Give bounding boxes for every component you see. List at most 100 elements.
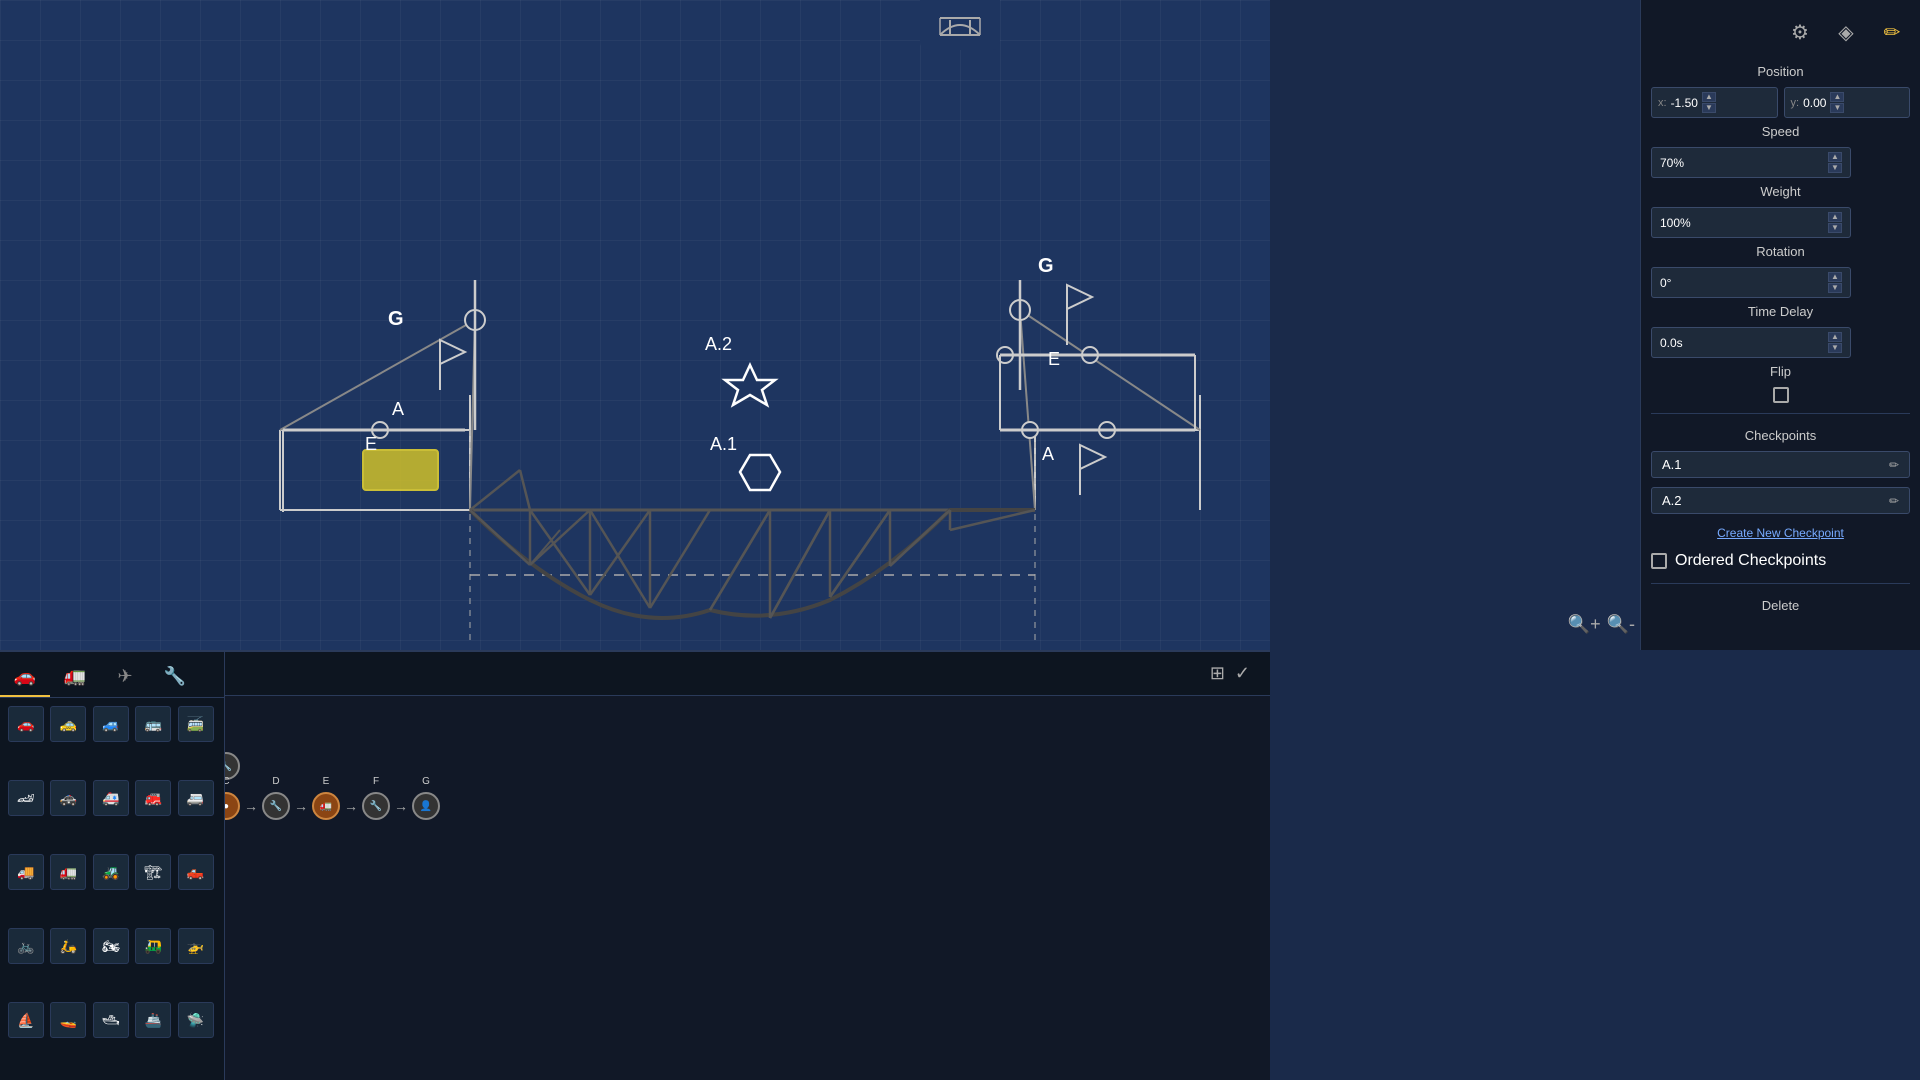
delete-button[interactable]: Delete bbox=[1651, 594, 1910, 617]
main-canvas[interactable]: G A E A.2 A.1 G E A bbox=[0, 0, 1270, 650]
rotation-spinner[interactable]: ▲ ▼ bbox=[1828, 272, 1842, 293]
vehicle-item[interactable]: 🚎 bbox=[178, 706, 214, 742]
right-panel: ⚙ ◈ ✏ Position x: -1.50 ▲ ▼ y: 0.00 ▲ ▼ … bbox=[1640, 0, 1920, 650]
vehicle-item[interactable]: 🛥 bbox=[93, 1002, 129, 1038]
y-input[interactable]: y: 0.00 ▲ ▼ bbox=[1784, 87, 1911, 118]
vehicle-item[interactable]: 🚕 bbox=[50, 706, 86, 742]
time-delay-label: Time Delay bbox=[1651, 304, 1910, 319]
time-delay-input[interactable]: 0.0s ▲ ▼ bbox=[1651, 327, 1851, 358]
weight-down[interactable]: ▼ bbox=[1828, 223, 1842, 233]
vehicle-item[interactable]: 🚐 bbox=[178, 780, 214, 816]
vehicle-item[interactable]: 🚛 bbox=[50, 854, 86, 890]
speed-input[interactable]: 70% ▲ ▼ bbox=[1651, 147, 1851, 178]
settings-icon[interactable]: ⚙ bbox=[1782, 14, 1818, 50]
vehicle-item[interactable]: 🚲 bbox=[8, 928, 44, 964]
svg-text:A: A bbox=[1042, 444, 1054, 464]
event-node-f[interactable]: 🔧 bbox=[362, 792, 390, 820]
zoom-out-button[interactable]: 🔍- bbox=[1607, 614, 1635, 635]
panel-header: ⚙ ◈ ✏ bbox=[1651, 10, 1910, 58]
vehicle-item[interactable]: 🚚 bbox=[8, 854, 44, 890]
flip-checkbox[interactable] bbox=[1773, 387, 1789, 403]
vehicle-item[interactable]: 🏎 bbox=[8, 780, 44, 816]
x-up[interactable]: ▲ bbox=[1702, 92, 1716, 102]
rotation-up[interactable]: ▲ bbox=[1828, 272, 1842, 282]
tab-car[interactable]: 🚗 bbox=[0, 657, 50, 697]
time-delay-value: 0.0s bbox=[1660, 336, 1683, 350]
flip-label: Flip bbox=[1651, 364, 1910, 379]
y-up[interactable]: ▲ bbox=[1830, 92, 1844, 102]
weight-spinner[interactable]: ▲ ▼ bbox=[1828, 212, 1842, 233]
vehicle-item[interactable]: 🏗 bbox=[135, 854, 171, 890]
vehicle-item[interactable]: 🛸 bbox=[178, 1002, 214, 1038]
vehicle-item[interactable]: 🚢 bbox=[135, 1002, 171, 1038]
x-input[interactable]: x: -1.50 ▲ ▼ bbox=[1651, 87, 1778, 118]
speed-down[interactable]: ▼ bbox=[1828, 163, 1842, 173]
shape-icon[interactable]: ◈ bbox=[1828, 14, 1864, 50]
zoom-in-button[interactable]: 🔍+ bbox=[1568, 614, 1601, 635]
tab-truck[interactable]: 🚛 bbox=[50, 657, 100, 697]
svg-text:G: G bbox=[388, 308, 404, 330]
rotation-label: Rotation bbox=[1651, 244, 1910, 259]
weight-input[interactable]: 100% ▲ ▼ bbox=[1651, 207, 1851, 238]
flip-row bbox=[1651, 387, 1910, 403]
event-node-e[interactable]: 🚛 bbox=[312, 792, 340, 820]
checkpoint-a2-label: A.2 bbox=[1662, 493, 1682, 508]
vehicle-item[interactable]: 🚙 bbox=[93, 706, 129, 742]
vehicle-item[interactable]: 🛵 bbox=[50, 928, 86, 964]
y-down[interactable]: ▼ bbox=[1830, 103, 1844, 113]
vehicle-item[interactable]: 🚓 bbox=[50, 780, 86, 816]
events-layout-icon[interactable]: ⊞ bbox=[1210, 663, 1225, 684]
vehicle-item[interactable]: 🛺 bbox=[135, 928, 171, 964]
events-check-icon[interactable]: ✓ bbox=[1235, 663, 1250, 684]
vehicle-item[interactable]: 🚤 bbox=[50, 1002, 86, 1038]
rotation-value: 0° bbox=[1660, 276, 1671, 290]
tab-tool[interactable]: 🔧 bbox=[150, 657, 200, 697]
vehicle-item[interactable]: 🚗 bbox=[8, 706, 44, 742]
vehicle-item[interactable]: 🚌 bbox=[135, 706, 171, 742]
y-label: y: bbox=[1791, 97, 1800, 109]
weight-value: 100% bbox=[1660, 216, 1691, 230]
checkpoint-a1-edit-icon[interactable]: ✏ bbox=[1889, 458, 1899, 472]
time-delay-up[interactable]: ▲ bbox=[1828, 332, 1842, 342]
ordered-checkpoints-checkbox[interactable] bbox=[1651, 553, 1667, 569]
rotation-input[interactable]: 0° ▲ ▼ bbox=[1651, 267, 1851, 298]
vehicle-item[interactable]: 🚑 bbox=[93, 780, 129, 816]
vehicle-item[interactable]: 🚜 bbox=[93, 854, 129, 890]
checkpoint-a1-label: A.1 bbox=[1662, 457, 1682, 472]
rotation-down[interactable]: ▼ bbox=[1828, 283, 1842, 293]
event-node-d[interactable]: 🔧 bbox=[262, 792, 290, 820]
weight-up[interactable]: ▲ bbox=[1828, 212, 1842, 222]
speed-up[interactable]: ▲ bbox=[1828, 152, 1842, 162]
top-bridge-icon bbox=[920, 0, 1000, 50]
vehicle-item[interactable]: 🛻 bbox=[178, 854, 214, 890]
event-node-g[interactable]: 👤 bbox=[412, 792, 440, 820]
vehicle-grid: 🚗 🚕 🚙 🚌 🚎 🏎 🚓 🚑 🚒 🚐 🚚 🚛 🚜 🏗 🛻 🚲 🛵 🏍 🛺 🚁 … bbox=[0, 698, 224, 1080]
edit-icon[interactable]: ✏ bbox=[1874, 14, 1910, 50]
vehicle-sidebar: 🚗 🚛 ✈ 🔧 🚗 🚕 🚙 🚌 🚎 🏎 🚓 🚑 🚒 🚐 🚚 🚛 🚜 🏗 🛻 🚲 … bbox=[0, 650, 225, 1080]
y-spinner[interactable]: ▲ ▼ bbox=[1830, 92, 1844, 113]
checkpoint-a2-edit-icon[interactable]: ✏ bbox=[1889, 494, 1899, 508]
events-icons: ⊞ ✓ bbox=[1210, 663, 1250, 684]
checkpoint-a1[interactable]: A.1 ✏ bbox=[1651, 451, 1910, 478]
time-delay-down[interactable]: ▼ bbox=[1828, 343, 1842, 353]
zoom-controls: 🔍+ 🔍- bbox=[1568, 614, 1635, 635]
vehicle-item[interactable]: 🏍 bbox=[93, 928, 129, 964]
svg-text:E: E bbox=[1048, 349, 1060, 369]
vehicle-item[interactable]: ⛵ bbox=[8, 1002, 44, 1038]
time-delay-row: 0.0s ▲ ▼ bbox=[1651, 327, 1910, 358]
tab-plane[interactable]: ✈ bbox=[100, 657, 150, 697]
position-label: Position bbox=[1651, 64, 1910, 79]
x-label: x: bbox=[1658, 97, 1667, 109]
time-delay-spinner[interactable]: ▲ ▼ bbox=[1828, 332, 1842, 353]
checkpoint-a2[interactable]: A.2 ✏ bbox=[1651, 487, 1910, 514]
x-spinner[interactable]: ▲ ▼ bbox=[1702, 92, 1716, 113]
vehicle-item[interactable]: 🚁 bbox=[178, 928, 214, 964]
vehicle-item[interactable]: 🚒 bbox=[135, 780, 171, 816]
speed-spinner[interactable]: ▲ ▼ bbox=[1828, 152, 1842, 173]
create-checkpoint-button[interactable]: Create New Checkpoint bbox=[1651, 523, 1910, 543]
y-value: 0.00 bbox=[1803, 96, 1826, 110]
weight-label: Weight bbox=[1651, 184, 1910, 199]
x-down[interactable]: ▼ bbox=[1702, 103, 1716, 113]
svg-text:A.1: A.1 bbox=[710, 434, 737, 454]
vehicle-tabs: 🚗 🚛 ✈ 🔧 bbox=[0, 652, 224, 698]
